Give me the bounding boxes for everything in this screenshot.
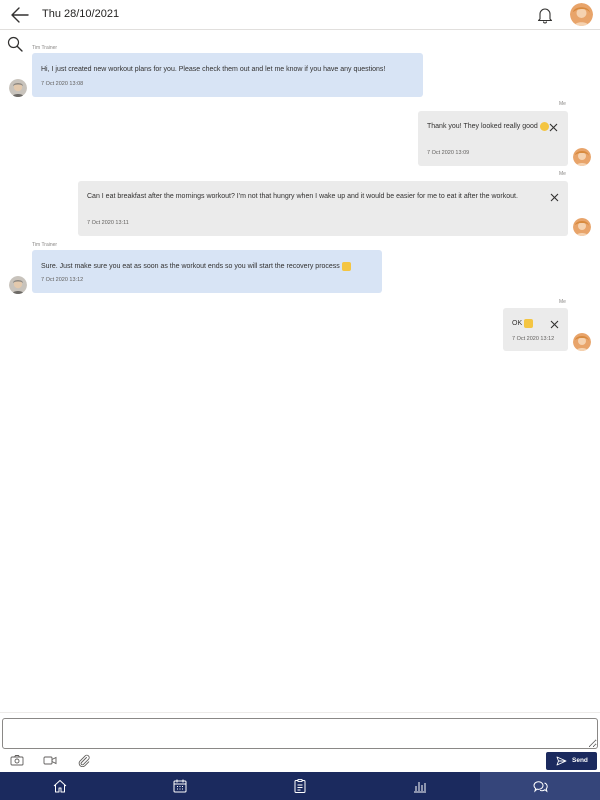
message-text: Hi, I just created new workout plans for…	[41, 66, 386, 73]
clipboard-icon	[294, 779, 306, 793]
page-title: Thu 28/10/2021	[42, 8, 120, 20]
trainer-avatar	[9, 79, 27, 97]
message-item: Me OK 7 Oct 2020 13:12	[0, 298, 600, 358]
close-icon[interactable]	[550, 189, 559, 202]
profile-avatar[interactable]	[570, 3, 593, 26]
message-bubble: Sure. Just make sure you eat as soon as …	[32, 250, 382, 293]
nav-chat[interactable]	[480, 772, 600, 800]
my-avatar	[573, 218, 591, 236]
flexed-biceps-icon	[341, 261, 351, 271]
message-bubble: Hi, I just created new workout plans for…	[32, 53, 423, 97]
back-arrow-icon[interactable]	[10, 6, 30, 24]
message-timestamp: 7 Oct 2020 13:12	[41, 277, 84, 283]
my-avatar	[573, 333, 591, 351]
message-item: Tim Trainer Sure. Just make sure you eat…	[0, 240, 600, 300]
camera-icon[interactable]	[10, 754, 24, 767]
message-sender: Me	[559, 299, 566, 305]
message-timestamp: 7 Oct 2020 13:12	[512, 336, 555, 342]
message-bubble: Can I eat breakfast after the mornings w…	[78, 181, 568, 236]
nav-plans[interactable]	[240, 772, 360, 800]
nav-stats[interactable]	[360, 772, 480, 800]
message-composer: Send	[0, 712, 600, 772]
top-bar: Thu 28/10/2021	[0, 0, 600, 30]
trainer-avatar	[9, 276, 27, 294]
message-text-content: Sure. Just make sure you eat as soon as …	[41, 263, 340, 270]
bottom-nav	[0, 772, 600, 800]
message-item: Me Thank you! They looked really good 7 …	[0, 100, 600, 170]
close-icon[interactable]	[549, 119, 558, 132]
message-sender: Me	[559, 171, 566, 177]
home-icon	[53, 780, 67, 793]
message-sender: Tim Trainer	[32, 45, 58, 51]
message-sender: Tim Trainer	[32, 242, 58, 248]
chat-thread: Tim Trainer Hi, I just created new worko…	[0, 30, 600, 712]
bar-chart-icon	[414, 782, 426, 793]
message-item: Tim Trainer Hi, I just created new worko…	[0, 30, 600, 100]
raised-hands-icon	[524, 318, 534, 328]
paperclip-icon[interactable]	[77, 754, 91, 768]
nav-calendar[interactable]	[120, 772, 240, 800]
send-button[interactable]: Send	[546, 752, 597, 770]
close-icon[interactable]	[550, 316, 559, 329]
message-text: Sure. Just make sure you eat as soon as …	[41, 261, 381, 273]
my-avatar	[573, 148, 591, 166]
message-sender: Me	[559, 101, 566, 107]
message-bubble: Thank you! They looked really good 7 Oct…	[418, 111, 568, 166]
message-timestamp: 7 Oct 2020 13:09	[427, 150, 470, 156]
bell-icon[interactable]	[537, 6, 553, 24]
message-text-content: Thank you! They looked really good	[427, 123, 538, 130]
message-item: Me Can I eat breakfast after the morning…	[0, 170, 600, 240]
smiling-face-icon	[539, 121, 549, 131]
message-input[interactable]	[2, 718, 598, 749]
message-text: Can I eat breakfast after the mornings w…	[87, 193, 518, 200]
chat-icon	[533, 781, 548, 793]
video-icon[interactable]	[43, 754, 57, 767]
send-label: Send	[572, 757, 588, 764]
message-timestamp: 7 Oct 2020 13:08	[41, 81, 84, 87]
message-text: Thank you! They looked really good	[427, 121, 555, 133]
message-text-content: OK	[512, 320, 523, 327]
message-bubble: OK 7 Oct 2020 13:12	[503, 308, 568, 351]
calendar-icon	[173, 779, 187, 793]
nav-home[interactable]	[0, 772, 120, 800]
message-timestamp: 7 Oct 2020 13:11	[87, 220, 129, 226]
send-icon	[556, 756, 567, 766]
